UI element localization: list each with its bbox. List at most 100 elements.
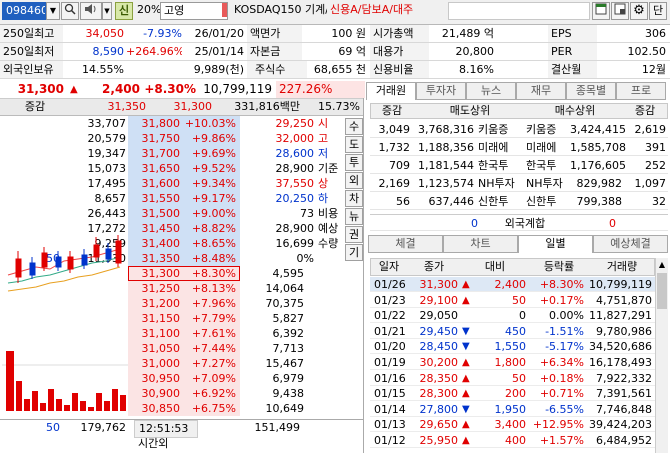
- daily-scrollbar[interactable]: ▲: [655, 258, 668, 453]
- broker-inc-left: 709: [389, 159, 410, 172]
- broker-h-sell: 매도상위: [449, 104, 491, 117]
- daily-diff: 2,400: [494, 278, 527, 291]
- tab-bottom[interactable]: 체결: [368, 235, 443, 253]
- bid-qty: 6,979: [272, 372, 305, 385]
- bid-rate: +7.61%: [191, 327, 236, 340]
- value-foreign-rate: 14.55%: [82, 63, 124, 76]
- daily-row[interactable]: 01/14 27,800 ▼ 1,950 -6.55% 7,746,848: [370, 402, 655, 417]
- side-tab[interactable]: 수: [345, 118, 363, 135]
- daily-close: 28,350: [419, 371, 459, 385]
- daily-row[interactable]: 01/12 25,950 ▲ 400 +1.57% 6,484,952: [370, 433, 655, 448]
- daily-row[interactable]: 01/21 29,450 ▼ 450 -1.51% 9,780,986: [370, 324, 655, 339]
- label-foreign-holding: 외국인보유: [0, 61, 63, 78]
- label-shares[interactable]: 주식수: [247, 61, 307, 78]
- side-tab[interactable]: 도: [345, 136, 363, 153]
- bid-price-cell[interactable]: 30,950 +7.09%: [128, 371, 240, 386]
- orderbook-panel: 31,300 ▲ 2,400 +8.30% 10,799,119 227.26%…: [0, 81, 365, 453]
- broker-row[interactable]: 56 637,446 신한투 신한투 799,388 32: [370, 193, 668, 210]
- tab-top[interactable]: 투자자: [416, 82, 466, 100]
- bid-price: 30,950: [141, 372, 181, 385]
- layout-icon[interactable]: [592, 2, 610, 20]
- tab-top[interactable]: 재무: [516, 82, 566, 100]
- direction-icon: ▲: [462, 357, 470, 368]
- daily-diff: 1,800: [494, 356, 527, 369]
- direction-icon: ▲: [462, 419, 470, 431]
- daily-row[interactable]: 01/16 28,350 ▲ 50 +0.18% 7,922,332: [370, 371, 655, 386]
- bid-price-cell[interactable]: 31,000 +7.27%: [128, 356, 240, 371]
- value-eps: 306: [645, 27, 666, 40]
- daily-row[interactable]: 01/22 29,050 0 0.00% 11,827,291: [370, 308, 655, 324]
- daily-close: 31,300: [419, 278, 459, 291]
- bid-price-cell[interactable]: 30,850 +6.75%: [128, 401, 240, 416]
- up-arrow-icon: ▲: [70, 84, 78, 95]
- daily-row[interactable]: 01/19 30,200 ▲ 1,800 +6.34% 16,178,493: [370, 355, 655, 370]
- broker-row[interactable]: 709 1,181,544 한국투 한국투 1,176,605 252: [370, 157, 668, 174]
- bid-price-cell[interactable]: 30,900 +6.92%: [128, 386, 240, 401]
- daily-row[interactable]: 01/15 28,300 ▲ 200 +0.71% 7,391,561: [370, 386, 655, 402]
- dropdown-button[interactable]: ▼: [46, 2, 60, 20]
- price-change: 2,400: [102, 82, 140, 96]
- bid-price-cell[interactable]: 31,150 +7.79%: [128, 311, 240, 326]
- label-market-cap: 시가총액: [370, 25, 429, 42]
- broker-row[interactable]: 3,049 3,768,316 키움증 키움증 3,424,415 2,619: [370, 121, 668, 138]
- daily-row[interactable]: 01/13 29,650 ▲ 3,400 +12.95% 39,424,203: [370, 417, 655, 433]
- tab-top[interactable]: 종목별: [566, 82, 616, 100]
- side-tab[interactable]: 권: [345, 226, 363, 243]
- side-tab[interactable]: 뉴: [345, 208, 363, 225]
- daily-row[interactable]: 01/26 31,300 ▲ 2,400 +8.30% 10,799,119: [370, 277, 655, 292]
- tab-top[interactable]: 뉴스: [466, 82, 516, 100]
- speaker-icon[interactable]: [80, 2, 102, 20]
- percent-label: 20%: [137, 3, 161, 16]
- search-icon[interactable]: [61, 2, 79, 20]
- dan-button[interactable]: 단: [649, 2, 667, 20]
- gear-icon[interactable]: ⚙: [630, 2, 648, 20]
- tab-top[interactable]: 거래원: [366, 82, 416, 100]
- bid-price-cell[interactable]: 31,050 +7.44%: [128, 341, 240, 356]
- bid-price: 31,000: [141, 357, 181, 370]
- bid-price-cell[interactable]: 31,300 +8.30%: [128, 266, 240, 281]
- tab-bottom[interactable]: 차트: [443, 235, 518, 253]
- broker-sell-name: 신한투: [478, 195, 509, 208]
- bid-price-cell[interactable]: 31,250 +8.13%: [128, 281, 240, 296]
- broker-row[interactable]: 2,169 1,123,574 NH투자 NH투자 829,982 1,097: [370, 175, 668, 192]
- value-250-high: 34,050: [85, 27, 125, 40]
- scroll-up-icon[interactable]: ▲: [656, 258, 668, 271]
- label-credit-ratio: 신용비율: [370, 61, 429, 78]
- bid-price: 30,900: [141, 387, 181, 400]
- value-shares: 68,655 천: [313, 63, 366, 76]
- side-tab[interactable]: 투: [345, 154, 363, 171]
- bid-price-cell[interactable]: 31,100 +7.61%: [128, 326, 240, 341]
- stock-code-input[interactable]: 098460: [2, 2, 46, 20]
- window-icon[interactable]: [611, 2, 629, 20]
- label-face-value: 액면가: [247, 25, 302, 42]
- side-tab[interactable]: 외: [345, 172, 363, 189]
- daily-rate: +0.18%: [539, 371, 584, 385]
- daily-close: 25,950: [419, 434, 459, 447]
- daily-volume: 9,780,986: [596, 324, 652, 338]
- tab-bottom[interactable]: 예상체결: [593, 235, 668, 253]
- tab-bottom[interactable]: 일별: [518, 235, 593, 253]
- label-250-low: 250일최저: [0, 43, 63, 60]
- daily-row[interactable]: 01/20 28,450 ▼ 1,550 -5.17% 34,520,686: [370, 339, 655, 355]
- bid-rate: +7.27%: [191, 357, 236, 370]
- after-hours-button[interactable]: 시간외: [134, 436, 202, 452]
- bid-qty: 4,595: [272, 267, 305, 280]
- daily-rate: 0.00%: [549, 309, 584, 323]
- tab-top[interactable]: 프로: [616, 82, 666, 100]
- broker-sell-qty: 3,768,316: [418, 123, 474, 136]
- bid-rate: +7.44%: [191, 342, 236, 355]
- speaker-dropdown-button[interactable]: ▼: [102, 2, 112, 20]
- bid-price-cell[interactable]: 31,200 +7.96%: [128, 296, 240, 311]
- daily-row[interactable]: 01/23 29,100 ▲ 50 +0.17% 4,751,870: [370, 293, 655, 308]
- side-tab[interactable]: 차: [345, 190, 363, 207]
- side-tab[interactable]: 기: [345, 244, 363, 261]
- broker-row[interactable]: 1,732 1,188,356 미래에 미래에 1,585,708 391: [370, 139, 668, 156]
- daily-rate: -1.51%: [545, 324, 584, 338]
- bid-price: 31,050: [141, 342, 181, 355]
- daily-diff: 450: [505, 324, 526, 338]
- value-250-low: 8,590: [92, 45, 125, 58]
- sin-button[interactable]: 신: [115, 2, 133, 20]
- foreign-left: 0: [471, 217, 478, 230]
- stock-name-field[interactable]: 고영: [160, 2, 228, 20]
- scroll-thumb[interactable]: [657, 273, 667, 309]
